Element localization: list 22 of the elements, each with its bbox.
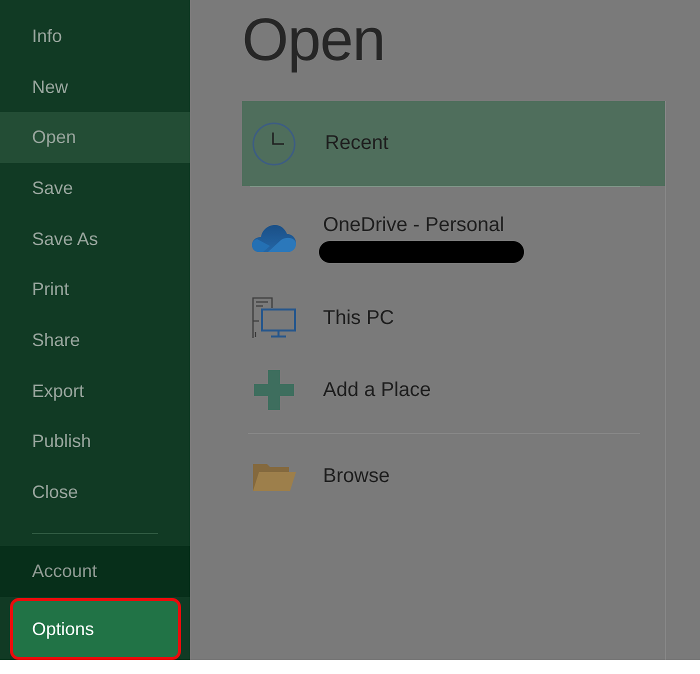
menu-item[interactable]: New: [0, 62, 190, 112]
menu-item[interactable]: Save As: [0, 214, 190, 265]
menu-item[interactable]: Close: [0, 467, 190, 518]
plus-icon: [254, 370, 294, 410]
menu-item[interactable]: Print: [0, 264, 190, 316]
clock-icon: [252, 122, 296, 166]
location-item[interactable]: OneDrive - Personal: [242, 187, 665, 289]
menu-item[interactable]: Options: [10, 598, 181, 660]
location-item[interactable]: This PC: [242, 289, 665, 347]
page-title: Open: [242, 10, 385, 70]
location-item[interactable]: Add a Place: [242, 347, 665, 433]
location-item[interactable]: Browse: [242, 434, 665, 518]
menu-item[interactable]: Info: [0, 11, 190, 62]
computer-icon: [252, 297, 296, 339]
menu-item[interactable]: Account: [0, 546, 190, 598]
menu-item[interactable]: Export: [0, 366, 190, 417]
cloud-icon: [252, 224, 296, 252]
menu-item[interactable]: Save: [0, 163, 190, 214]
location-item[interactable]: Recent: [242, 101, 665, 186]
menu-item[interactable]: Publish: [0, 416, 190, 468]
menu-item[interactable]: Share: [0, 315, 190, 366]
menu-item[interactable]: Open: [0, 112, 190, 164]
